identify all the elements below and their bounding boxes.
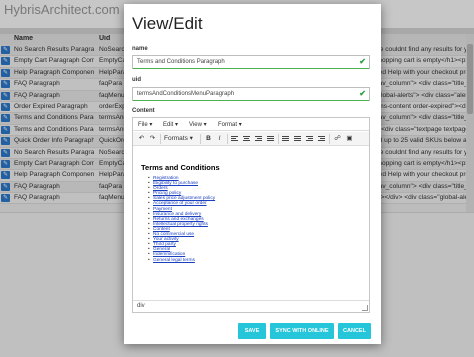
numbered-list-icon[interactable] bbox=[294, 136, 301, 142]
menu-edit-label: Edit bbox=[163, 122, 174, 128]
chevron-down-icon: ▾ bbox=[238, 122, 242, 128]
sync-with-online-button[interactable]: SYNC WITH ONLINE bbox=[270, 323, 334, 339]
undo-icon[interactable]: ↶ bbox=[137, 134, 146, 144]
editor-toolbar: ↶ ↷ Formats ▾ B I ☍ ▣ bbox=[133, 132, 369, 146]
chevron-down-icon: ▾ bbox=[189, 135, 193, 142]
document-heading: Terms and Conditions bbox=[141, 163, 220, 172]
toolbar-divider bbox=[227, 134, 228, 144]
uid-label: uid bbox=[132, 77, 141, 83]
name-label: name bbox=[132, 46, 148, 52]
name-field-value: Terms and Conditions Paragraph bbox=[137, 59, 225, 65]
check-icon: ✔ bbox=[359, 57, 366, 66]
menu-edit[interactable]: Edit ▾ bbox=[163, 121, 178, 128]
image-icon[interactable]: ▣ bbox=[345, 134, 354, 144]
indent-icon[interactable] bbox=[318, 136, 325, 142]
italic-button[interactable]: I bbox=[215, 134, 224, 144]
menu-file-label: File bbox=[138, 122, 148, 128]
menu-format-label: Format bbox=[218, 122, 238, 128]
menu-format[interactable]: Format ▾ bbox=[218, 121, 242, 128]
element-path[interactable]: div bbox=[137, 303, 145, 309]
chevron-down-icon: ▾ bbox=[203, 122, 207, 128]
align-center-icon[interactable] bbox=[243, 136, 250, 142]
save-button[interactable]: SAVE bbox=[238, 323, 266, 339]
align-justify-icon[interactable] bbox=[267, 136, 274, 142]
bold-button[interactable]: B bbox=[204, 134, 213, 144]
check-icon: ✔ bbox=[359, 89, 366, 98]
terms-link-list: RegistrationEligibility to purchaseOrder… bbox=[141, 176, 369, 263]
rich-text-editor: File ▾ Edit ▾ View ▾ Format ▾ ↶ ↷ Format… bbox=[132, 117, 370, 313]
formats-dropdown[interactable]: Formats ▾ bbox=[164, 134, 198, 144]
terms-link[interactable]: General legal terms bbox=[148, 258, 369, 263]
editor-menubar: File ▾ Edit ▾ View ▾ Format ▾ bbox=[133, 118, 369, 131]
menu-view-label: View bbox=[189, 122, 202, 128]
toolbar-divider bbox=[329, 134, 330, 144]
formats-label: Formats bbox=[164, 135, 188, 142]
toolbar-divider bbox=[200, 134, 201, 144]
outdent-icon[interactable] bbox=[306, 136, 313, 142]
link-icon[interactable]: ☍ bbox=[333, 134, 342, 144]
view-edit-dialog: View/Edit name Terms and Conditions Para… bbox=[124, 4, 381, 344]
align-left-icon[interactable] bbox=[231, 136, 238, 142]
editor-statusbar: div bbox=[133, 300, 369, 312]
uid-field-value: termsAndConditionsMenuParagraph bbox=[137, 91, 235, 97]
menu-view[interactable]: View ▾ bbox=[189, 121, 207, 128]
chevron-down-icon: ▾ bbox=[149, 122, 153, 128]
content-label: Content bbox=[132, 108, 155, 114]
resize-handle-icon[interactable] bbox=[362, 305, 368, 311]
toolbar-divider bbox=[278, 134, 279, 144]
name-field[interactable]: Terms and Conditions Paragraph ✔ bbox=[132, 55, 370, 69]
align-right-icon[interactable] bbox=[255, 136, 262, 142]
toolbar-divider bbox=[160, 134, 161, 144]
uid-field[interactable]: termsAndConditionsMenuParagraph ✔ bbox=[132, 87, 370, 101]
redo-icon[interactable]: ↷ bbox=[148, 134, 157, 144]
chevron-down-icon: ▾ bbox=[175, 122, 179, 128]
menu-file[interactable]: File ▾ bbox=[138, 121, 152, 128]
bullet-list-icon[interactable] bbox=[282, 136, 289, 142]
cancel-button[interactable]: CANCEL bbox=[338, 323, 371, 339]
dialog-title: View/Edit bbox=[132, 14, 203, 33]
editor-content[interactable]: Terms and Conditions RegistrationEligibi… bbox=[133, 147, 369, 292]
